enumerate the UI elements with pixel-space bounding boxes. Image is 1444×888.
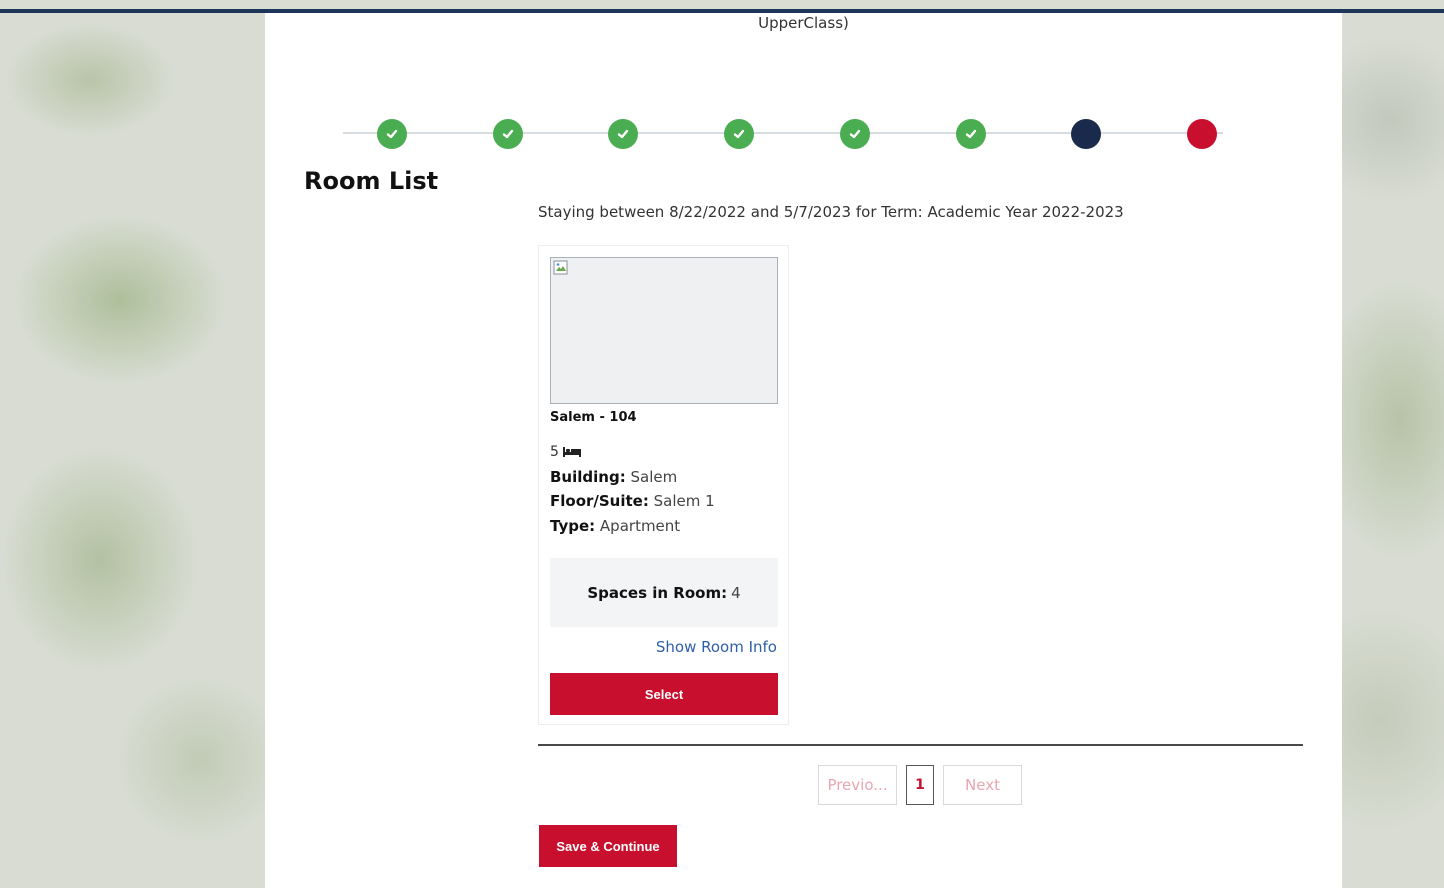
type-value: Apartment (599, 517, 681, 535)
progress-stepper (343, 117, 1223, 149)
check-icon (733, 129, 745, 139)
stay-dates-text: Staying between 8/22/2022 and 5/7/2023 f… (538, 203, 1124, 221)
type-label: Type: (550, 517, 596, 535)
step-4-complete (724, 119, 755, 149)
spaces-label: Spaces in Room: (587, 583, 728, 602)
step-5-complete (839, 119, 870, 149)
room-name: Salem - 104 (550, 410, 637, 425)
bed-count: 5 (550, 444, 559, 460)
step-7-current (1071, 119, 1102, 149)
floor-value: Salem 1 (653, 492, 715, 510)
select-button[interactable]: Select (550, 673, 778, 715)
room-image (550, 257, 778, 404)
page-title: Room List (304, 167, 439, 195)
building-value: Salem (630, 468, 678, 486)
step-3-complete (608, 119, 639, 149)
check-icon (502, 129, 513, 139)
check-icon (386, 129, 398, 139)
step-2-complete (492, 119, 523, 149)
check-icon (849, 129, 861, 139)
check-icon (618, 129, 629, 139)
previous-page-button[interactable]: Previo... (818, 765, 897, 805)
page-number-button[interactable]: 1 (906, 765, 934, 805)
broken-image-icon (553, 260, 568, 275)
room-card: Salem - 104 5 Building: Salem Floor/Suit… (538, 245, 789, 725)
show-room-info-link[interactable]: Show Room Info (656, 638, 777, 656)
header-title-fragment: UpperClass) (758, 14, 849, 32)
floor-label: Floor/Suite: (550, 492, 649, 510)
save-continue-button[interactable]: Save & Continue (539, 825, 677, 867)
bed-count-row: 5 (550, 444, 581, 460)
step-1-complete (377, 119, 407, 149)
step-6-complete (955, 119, 986, 149)
divider (538, 744, 1303, 746)
next-page-button[interactable]: Next (943, 765, 1022, 805)
step-8-pending (1187, 119, 1217, 149)
building-label: Building: (550, 468, 626, 486)
bed-icon (562, 447, 581, 457)
main-panel: UpperClass) Room List Staying between 8/… (265, 13, 1342, 888)
type-row: Type: Apartment (550, 517, 680, 535)
building-row: Building: Salem (550, 468, 677, 486)
check-icon (965, 129, 976, 139)
floor-row: Floor/Suite: Salem 1 (550, 492, 715, 510)
spaces-box: Spaces in Room: 4 (550, 558, 778, 627)
spaces-value: 4 (731, 583, 741, 602)
